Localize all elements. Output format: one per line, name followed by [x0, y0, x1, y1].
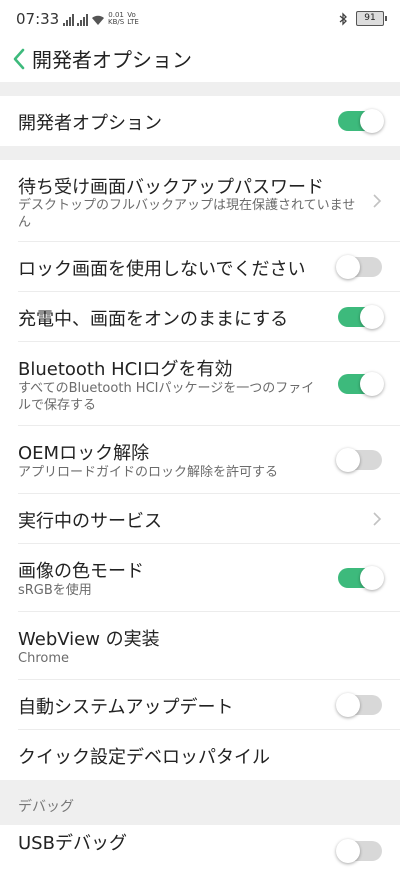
developer-options-master-row[interactable]: 開発者オプション — [0, 96, 400, 146]
row-title: 自動システムアップデート — [18, 697, 234, 718]
webview-implementation-row[interactable]: WebView の実装 Chrome — [0, 612, 400, 680]
row-title: 実行中のサービス — [18, 511, 162, 532]
divider-gap — [0, 82, 400, 96]
row-title: Bluetooth HCIログを有効 — [18, 359, 233, 380]
row-subtitle: アプリロードガイドのロック解除を許可する — [18, 465, 279, 480]
signal-icon — [77, 14, 88, 26]
bluetooth-hci-log-row[interactable]: Bluetooth HCIログを有効 すべてのBluetooth HCIパッケー… — [0, 342, 400, 426]
row-title: ロック画面を使用しないでください — [18, 259, 306, 280]
signal-icon — [63, 14, 74, 26]
section-label: デバッグ — [18, 799, 74, 815]
status-bar: 07:33 0.01 KB/S Vo LTE 91 — [0, 0, 400, 38]
usb-debugging-row[interactable]: USBデバッグ — [0, 825, 400, 875]
debug-section-header: デバッグ — [0, 780, 400, 825]
oem-unlock-row[interactable]: OEMロック解除 アプリロードガイドのロック解除を許可する — [0, 426, 400, 494]
page-title: 開発者オプション — [32, 48, 192, 72]
backup-password-row[interactable]: 待ち受け画面バックアップパスワード デスクトップのフルバックアップは現在保護され… — [0, 160, 400, 242]
usb-debugging-toggle[interactable] — [336, 839, 382, 863]
back-arrow-icon[interactable] — [10, 46, 28, 72]
stay-awake-toggle[interactable] — [338, 305, 384, 329]
color-mode-toggle[interactable] — [338, 566, 384, 590]
oem-unlock-toggle[interactable] — [336, 448, 382, 472]
developer-options-toggle[interactable] — [338, 109, 384, 133]
row-subtitle: すべてのBluetooth HCIパッケージを一つのファイルで保存する — [18, 381, 315, 413]
network-speed: 0.01 KB/S — [108, 11, 125, 26]
divider-gap — [0, 146, 400, 160]
row-title: 充電中、画面をオンのままにする — [18, 309, 289, 330]
status-time: 07:33 — [16, 10, 60, 28]
quick-settings-tiles-row[interactable]: クイック設定デベロッパタイル — [0, 730, 400, 780]
lockscreen-row[interactable]: ロック画面を使用しないでください — [0, 242, 400, 292]
stay-awake-row[interactable]: 充電中、画面をオンのままにする — [0, 292, 400, 342]
color-mode-row[interactable]: 画像の色モード sRGBを使用 — [0, 544, 400, 612]
row-title: クイック設定デベロッパタイル — [18, 747, 270, 768]
wifi-icon — [92, 15, 104, 25]
row-title: WebView の実装 — [18, 629, 160, 650]
row-title: USBデバッグ — [18, 833, 127, 854]
lockscreen-toggle[interactable] — [336, 255, 382, 279]
row-subtitle: Chrome — [18, 651, 69, 666]
battery-icon: 91 — [356, 11, 387, 26]
chevron-right-icon — [373, 512, 382, 526]
row-title: OEMロック解除 — [18, 443, 150, 464]
row-subtitle: sRGBを使用 — [18, 583, 92, 598]
bluetooth-icon — [339, 11, 347, 26]
row-title: 待ち受け画面バックアップパスワード — [18, 177, 324, 198]
bluetooth-hci-log-toggle[interactable] — [338, 372, 384, 396]
row-subtitle: デスクトップのフルバックアップは現在保護されていません — [18, 198, 356, 230]
running-services-row[interactable]: 実行中のサービス — [0, 494, 400, 544]
auto-system-update-row[interactable]: 自動システムアップデート — [0, 680, 400, 730]
app-header: 開発者オプション — [0, 38, 400, 82]
auto-system-update-toggle[interactable] — [336, 693, 382, 717]
row-title: 画像の色モード — [18, 561, 144, 582]
master-label: 開発者オプション — [18, 113, 162, 134]
chevron-right-icon — [373, 194, 382, 208]
volte-icon: Vo LTE — [127, 11, 139, 26]
